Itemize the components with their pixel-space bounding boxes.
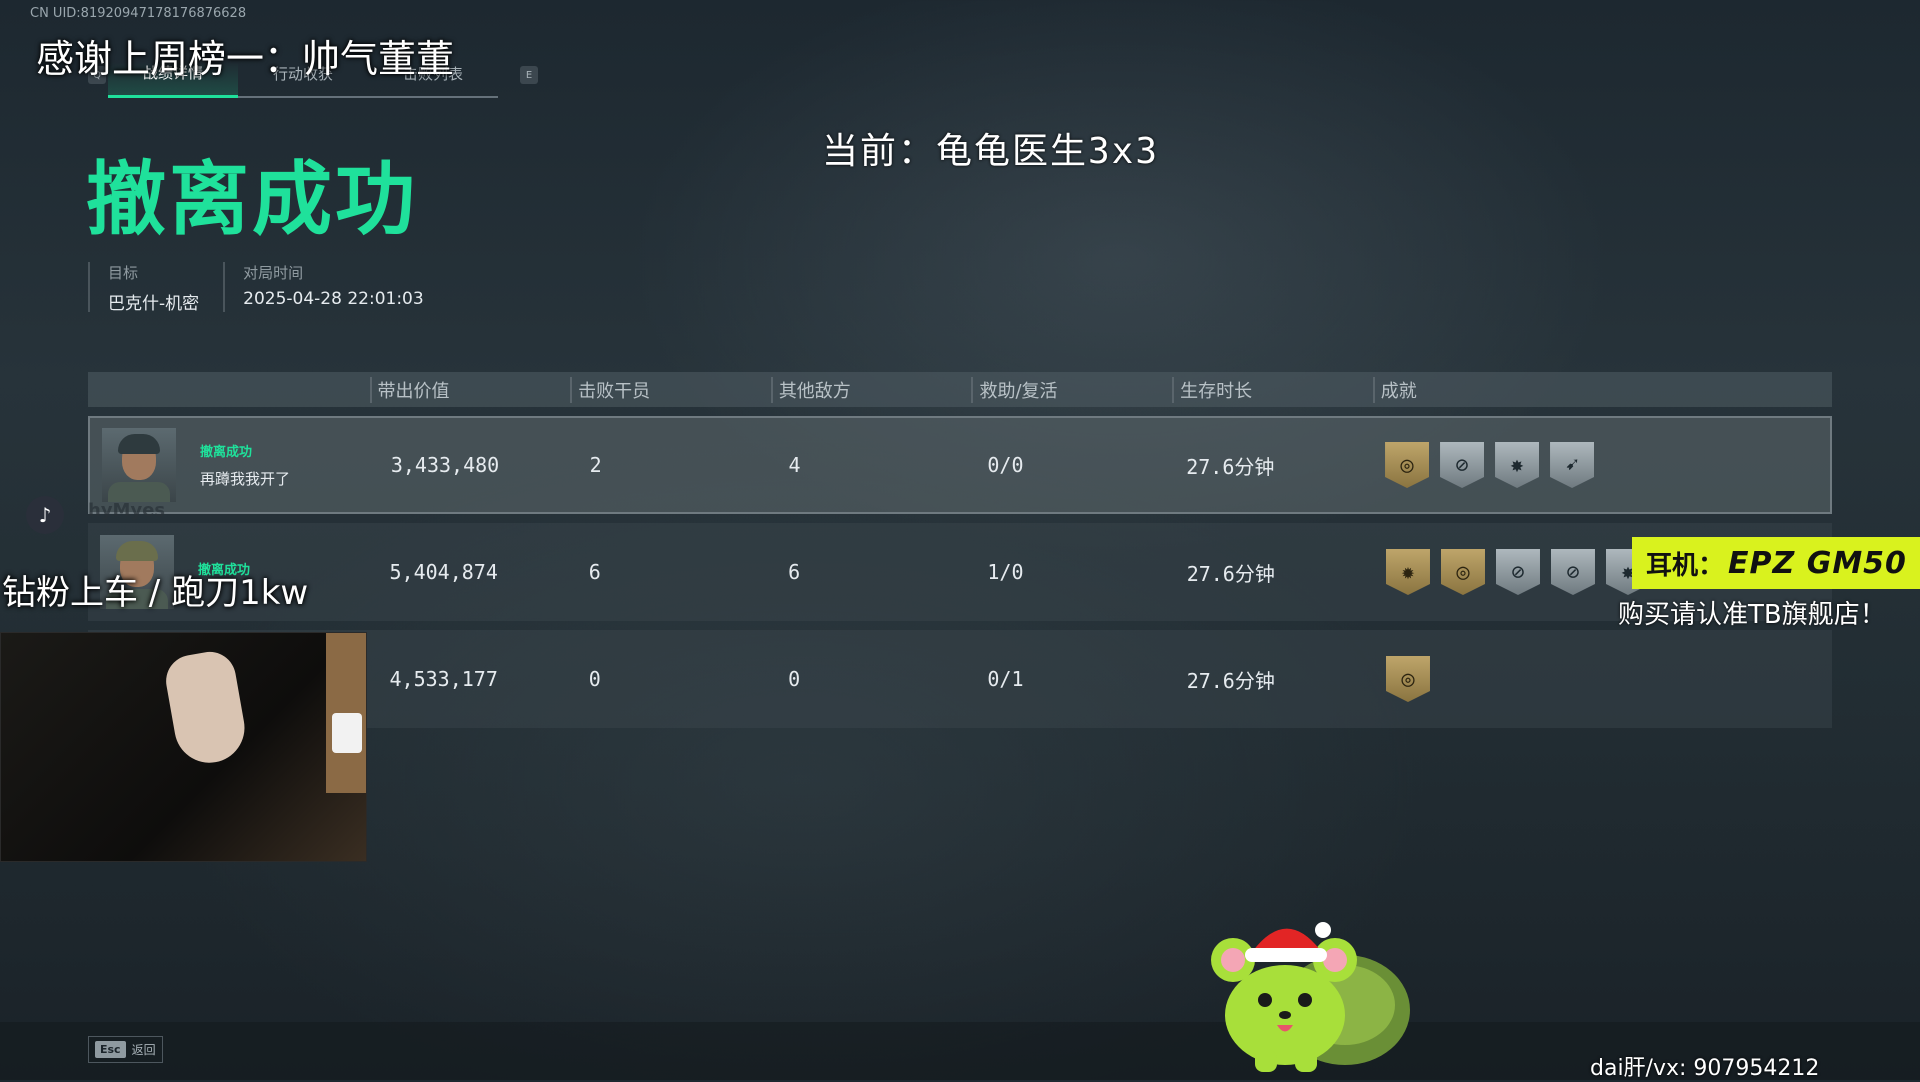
header-assist: 救助/复活: [971, 376, 1172, 403]
target-value: 巴克什-机密: [108, 294, 200, 314]
player-name: 再蹲我我开了: [200, 470, 291, 488]
player-cell: 撤离成功 再蹲我我开了: [90, 428, 381, 502]
ad-brand: EPZ GM50: [1728, 545, 1907, 581]
other-cell: 0: [788, 667, 801, 691]
stream-diamond-overlay: 钻粉上车 / 跑刀1kw: [2, 573, 309, 613]
header-value: 带出价值: [369, 376, 571, 403]
target-icon[interactable]: ◎: [1440, 549, 1485, 595]
e-key-hint: E: [520, 66, 538, 84]
achievements-cell: ◎: [1376, 656, 1832, 702]
match-meta: 目标 巴克什-机密 对局时间 2025-04-28 22:01:03: [88, 262, 448, 314]
back-button[interactable]: Esc 返回: [88, 1036, 163, 1063]
webcam-feed: [0, 632, 367, 862]
turtle-mascot-icon: [1211, 922, 1410, 1072]
target-icon[interactable]: ◎: [1385, 442, 1430, 488]
assist-cell: 0/0: [987, 453, 1024, 477]
ad-note: 购买请认准TB旗舰店！: [1618, 600, 1886, 630]
sun-icon[interactable]: ✹: [1385, 549, 1430, 595]
survival-cell: 27.6分钟: [1186, 454, 1275, 479]
crosshair-icon[interactable]: ⊘: [1440, 442, 1485, 488]
time-block: 对局时间 2025-04-28 22:01:03: [223, 262, 424, 312]
value-cell: 4,533,177: [389, 667, 498, 691]
stream-current-overlay: 当前：龟龟医生3x3: [822, 131, 1160, 172]
header-other-enemies: 其他敌方: [770, 376, 972, 403]
kills-cell: 0: [588, 667, 601, 691]
time-value: 2025-04-28 22:01:03: [243, 289, 424, 309]
time-label: 对局时间: [243, 264, 304, 282]
target-block: 目标 巴克什-机密: [88, 262, 200, 314]
kills-cell: 6: [588, 560, 601, 584]
header-survival: 生存时长: [1172, 376, 1373, 403]
tiktok-icon: ♪: [26, 496, 64, 534]
achievements-cell: ◎ ⊘ ✸ ➹: [1375, 442, 1830, 488]
player-avatar: [102, 428, 176, 502]
table-row[interactable]: 撤离成功 5,404,874 6 6 1/0 27.6分钟 ✹ ◎ ⊘ ⊘ ✸: [88, 523, 1832, 621]
star-burst-icon[interactable]: ✸: [1495, 442, 1540, 488]
target-icon[interactable]: ◎: [1385, 656, 1430, 702]
header-kills: 击败干员: [570, 376, 771, 403]
assist-cell: 0/1: [987, 667, 1024, 691]
faded-player-name: hyMyes: [88, 500, 166, 521]
ad-label: 耳机：: [1646, 550, 1725, 581]
extraction-status-title: 撤离成功: [86, 153, 418, 246]
target-label: 目标: [108, 264, 139, 282]
value-cell: 3,433,480: [390, 453, 500, 477]
header-achievements: 成就: [1372, 376, 1832, 403]
contact-overlay: dai肝/vx: 907954212: [1590, 1056, 1820, 1081]
headset-ad-banner: 耳机： EPZ GM50: [1632, 537, 1920, 589]
value-cell: 5,404,874: [389, 560, 498, 584]
kills-cell: 2: [589, 453, 602, 477]
crosshair-icon[interactable]: ⊘: [1550, 549, 1595, 595]
survival-cell: 27.6分钟: [1186, 561, 1275, 586]
back-label: 返回: [131, 1043, 156, 1057]
stream-thanks-overlay: 感谢上周榜一：帅气董董: [36, 37, 455, 81]
handshake-icon[interactable]: ➹: [1550, 442, 1595, 488]
player-status: 撤离成功: [200, 445, 253, 460]
table-header: 带出价值 击败干员 其他敌方 救助/复活 生存时长 成就: [88, 372, 1832, 407]
other-cell: 4: [788, 453, 801, 477]
other-cell: 6: [788, 560, 801, 584]
survival-cell: 27.6分钟: [1186, 668, 1275, 693]
esc-key-hint: Esc: [95, 1041, 126, 1058]
uid-label: CN UID:8192094717817687662‌8: [30, 6, 247, 21]
crosshair-icon[interactable]: ⊘: [1495, 549, 1540, 595]
table-row[interactable]: 撤离成功 再蹲我我开了 3,433,480 2 4 0/0 27.6分钟 ◎ ⊘…: [88, 416, 1832, 514]
assist-cell: 1/0: [987, 560, 1024, 584]
